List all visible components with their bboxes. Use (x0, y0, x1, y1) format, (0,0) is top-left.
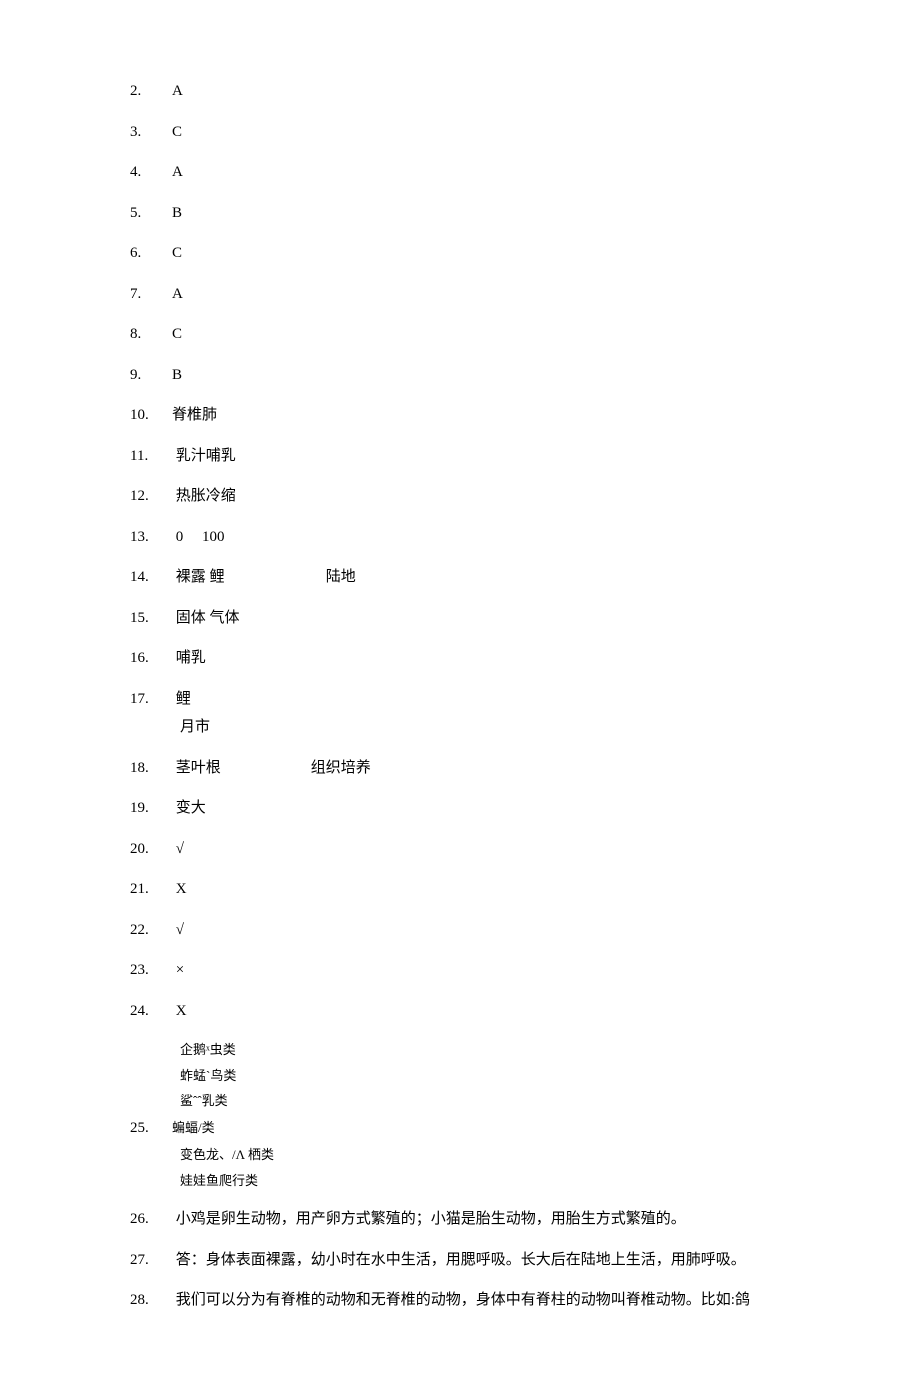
answer-number: 19. (130, 797, 158, 820)
answer-number: 6. (130, 242, 158, 265)
answer-text: C (158, 326, 182, 342)
answer-4: 4.A (130, 161, 800, 184)
answer-number: 27. (130, 1249, 158, 1272)
answer-text: √ (158, 841, 184, 857)
answer-number: 2. (130, 80, 158, 103)
answer-2: 2.A (130, 80, 800, 103)
answer-number: 7. (130, 283, 158, 306)
answer-text: 答：身体表面裸露，幼小时在水中生活，用腮呼吸。长大后在陆地上生活，用肺呼吸。 (158, 1252, 746, 1268)
answer-text: 蝙蝠/类 (158, 1120, 215, 1135)
answer-15: 15. 固体 气体 (130, 607, 800, 630)
answer-number: 24. (130, 1000, 158, 1023)
answer-number: 11. (130, 445, 158, 468)
answer-10: 10.脊椎肺 (130, 404, 800, 427)
answer-number: 16. (130, 647, 158, 670)
answer-11: 11. 乳汁哺乳 (130, 445, 800, 468)
answer-text: 热胀冷缩 (158, 488, 236, 504)
answer-22: 22. √ (130, 919, 800, 942)
answer-23: 23. × (130, 959, 800, 982)
answer-25-line: 鲨ˆˆ乳类 (180, 1091, 800, 1111)
answer-14: 14. 裸露 鲤 陆地 (130, 566, 800, 589)
answer-17-sub: 月市 (180, 716, 800, 739)
answer-text: 茎叶根 组织培养 (158, 760, 371, 776)
answer-text: A (158, 164, 183, 180)
answer-text: 裸露 鲤 陆地 (158, 569, 356, 585)
answer-7: 7.A (130, 283, 800, 306)
answer-text: C (158, 124, 182, 140)
answer-number: 22. (130, 919, 158, 942)
answer-number: 4. (130, 161, 158, 184)
answer-number: 13. (130, 526, 158, 549)
answer-26: 26. 小鸡是卵生动物，用产卵方式繁殖的；小猫是胎生动物，用胎生方式繁殖的。 (130, 1208, 800, 1231)
answer-text: 固体 气体 (158, 610, 240, 626)
answer-3: 3.C (130, 121, 800, 144)
answer-number: 14. (130, 566, 158, 589)
answer-12: 12. 热胀冷缩 (130, 485, 800, 508)
answer-16: 16. 哺乳 (130, 647, 800, 670)
answer-text: A (158, 286, 183, 302)
answer-text: 小鸡是卵生动物，用产卵方式繁殖的；小猫是胎生动物，用胎生方式繁殖的。 (158, 1211, 686, 1227)
answer-number: 3. (130, 121, 158, 144)
answer-number: 28. (130, 1289, 158, 1312)
answer-text: 鲤 (158, 691, 191, 707)
answer-text: 脊椎肺 (158, 407, 217, 423)
answer-20: 20. √ (130, 838, 800, 861)
answer-number: 15. (130, 607, 158, 630)
answer-text: √ (158, 922, 184, 938)
answer-text: × (158, 962, 184, 978)
answer-text: X (158, 881, 187, 897)
answer-number: 17. (130, 688, 158, 711)
answer-number: 10. (130, 404, 158, 427)
answer-text: 我们可以分为有脊椎的动物和无脊椎的动物，身体中有脊柱的动物叫脊椎动物。比如:鸽 (158, 1292, 750, 1308)
answer-6: 6.C (130, 242, 800, 265)
document-page: 2.A 3.C 4.A 5.B 6.C 7.A 8.C 9.B 10.脊椎肺 1… (0, 0, 920, 1390)
answer-21: 21. X (130, 878, 800, 901)
answer-number: 23. (130, 959, 158, 982)
answer-25-line: 变色龙、/Λ 栖类 (180, 1145, 800, 1165)
answer-19: 19. 变大 (130, 797, 800, 820)
answer-18: 18. 茎叶根 组织培养 (130, 757, 800, 780)
answer-text: X (158, 1003, 187, 1019)
answer-number: 18. (130, 757, 158, 780)
answer-text: 哺乳 (158, 650, 206, 666)
answer-24: 24. X (130, 1000, 800, 1023)
answer-13: 13. 0 100 (130, 526, 800, 549)
answer-text: C (158, 245, 182, 261)
answer-text: B (158, 367, 182, 383)
answer-text: A (158, 83, 183, 99)
answer-text: 0 100 (158, 529, 225, 545)
answer-27: 27. 答：身体表面裸露，幼小时在水中生活，用腮呼吸。长大后在陆地上生活，用肺呼… (130, 1249, 800, 1272)
answer-number: 25. (130, 1117, 158, 1140)
answer-number: 21. (130, 878, 158, 901)
answer-5: 5.B (130, 202, 800, 225)
answer-25-line: 娃娃鱼爬行类 (180, 1171, 800, 1191)
answer-9: 9.B (130, 364, 800, 387)
answer-number: 20. (130, 838, 158, 861)
answer-text: B (158, 205, 182, 221)
answer-28: 28. 我们可以分为有脊椎的动物和无脊椎的动物，身体中有脊柱的动物叫脊椎动物。比… (130, 1289, 800, 1312)
answer-number: 8. (130, 323, 158, 346)
answer-25-line: 蚱蜢ˋ鸟类 (180, 1066, 800, 1086)
answer-number: 26. (130, 1208, 158, 1231)
answer-17: 17. 鲤 (130, 688, 800, 711)
answer-8: 8.C (130, 323, 800, 346)
answer-25-line: 企鹅ˣ虫类 (180, 1040, 800, 1060)
answer-25-main: 25.蝙蝠/类 (130, 1117, 800, 1140)
answer-25: 企鹅ˣ虫类 蚱蜢ˋ鸟类 鲨ˆˆ乳类 25.蝙蝠/类 变色龙、/Λ 栖类 娃娃鱼爬… (130, 1040, 800, 1190)
answer-text: 乳汁哺乳 (158, 448, 236, 464)
answer-text: 变大 (158, 800, 206, 816)
answer-number: 5. (130, 202, 158, 225)
answer-number: 9. (130, 364, 158, 387)
answer-number: 12. (130, 485, 158, 508)
